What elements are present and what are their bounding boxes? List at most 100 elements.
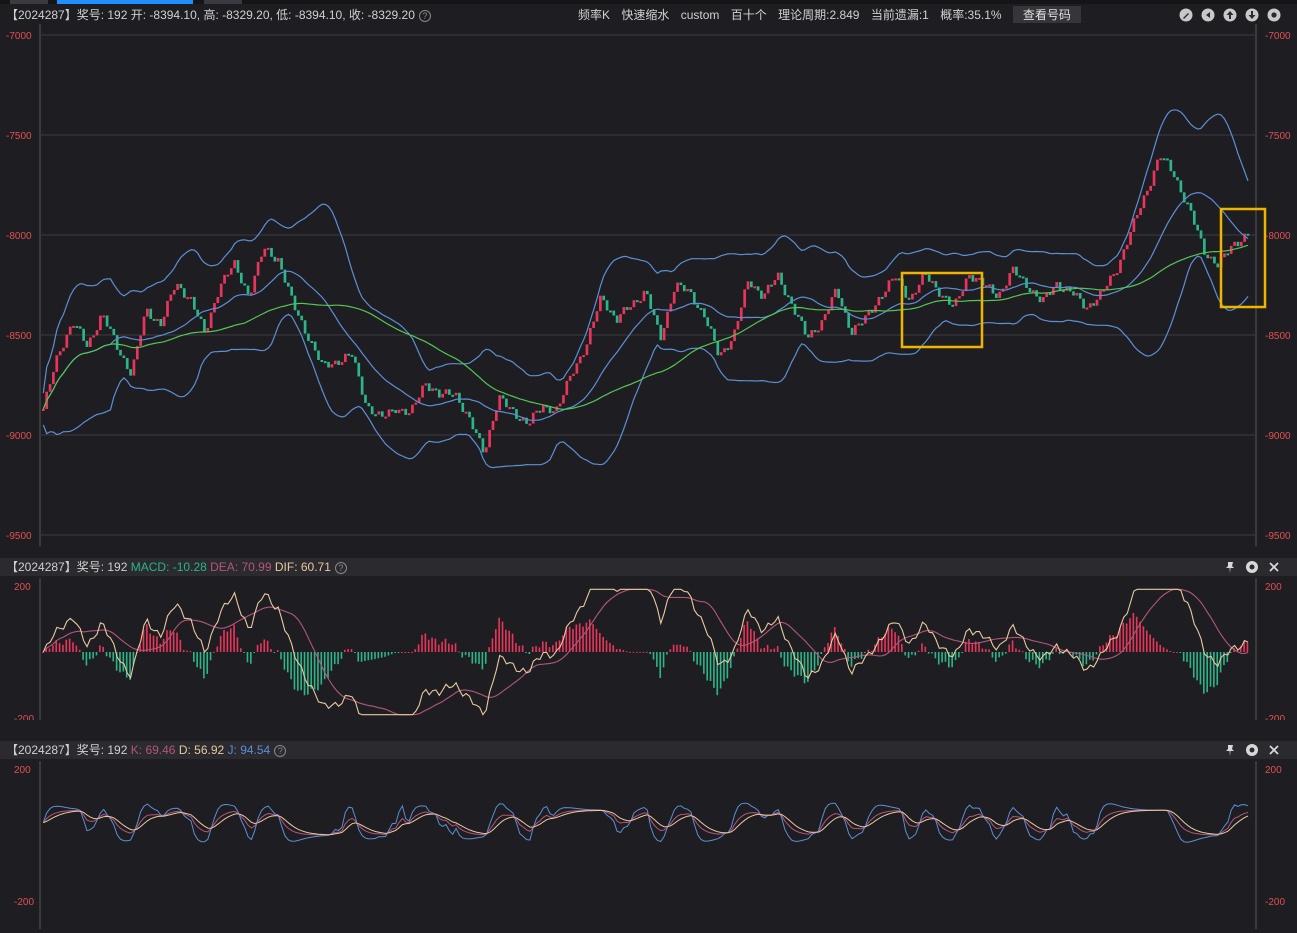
candle — [431, 388, 434, 392]
macd-panel: 【2024287】奖号: 192 MACD: -10.28 DEA: 70.99… — [0, 558, 1297, 730]
candle — [95, 330, 99, 336]
candle — [394, 410, 398, 414]
tab-active[interactable] — [57, 0, 193, 4]
candle — [766, 284, 770, 294]
j-value: J: 94.54 — [227, 743, 271, 757]
macd-bar — [1152, 638, 1155, 652]
back-icon[interactable] — [1201, 8, 1215, 22]
macd-bar — [350, 648, 353, 652]
tag-freq-k[interactable]: 频率K — [578, 8, 610, 22]
candle — [1145, 190, 1149, 196]
macd-bar — [588, 619, 591, 652]
tab-3[interactable] — [204, 0, 242, 4]
candle — [424, 383, 428, 386]
candle — [139, 335, 142, 347]
macd-bar — [864, 652, 866, 653]
candle — [280, 258, 283, 270]
tag-quick-filter[interactable]: 快速缩水 — [621, 8, 669, 22]
help-icon[interactable]: ? — [274, 744, 287, 757]
macd-bar — [498, 617, 500, 652]
macd-bar — [1011, 640, 1014, 652]
main-chart-canvas[interactable]: -7000 -7000 -7500 -7500 -8000 -8000 -8500 -8500… — [0, 24, 1297, 546]
macd-bar — [1115, 636, 1118, 652]
macd-bar — [931, 652, 933, 654]
macd-bar — [1166, 649, 1168, 652]
candle — [723, 348, 726, 353]
macd-bar — [961, 652, 964, 653]
pin-icon[interactable] — [1223, 560, 1237, 574]
close-icon[interactable] — [1267, 560, 1281, 574]
candle — [1041, 297, 1045, 303]
candle — [122, 355, 126, 359]
macd-bar — [766, 644, 769, 652]
macd-bar — [464, 652, 467, 656]
arrow-up-icon[interactable] — [1223, 8, 1237, 22]
help-icon[interactable]: ? — [418, 9, 431, 22]
candle — [850, 327, 854, 335]
candle — [505, 398, 508, 408]
macd-bar — [390, 652, 393, 655]
check-numbers-button[interactable]: 查看号码 — [1012, 6, 1081, 23]
highlight-box-1 — [900, 271, 984, 349]
macd-bar — [1018, 649, 1021, 652]
macd-bar — [387, 652, 390, 656]
macd-bar — [233, 624, 235, 652]
help-icon[interactable]: ? — [334, 561, 347, 574]
macd-bar — [159, 643, 162, 652]
macd-bar — [1021, 651, 1024, 653]
macd-bar — [760, 648, 762, 652]
macd-bar — [474, 652, 477, 664]
candle — [488, 429, 491, 448]
highlight-box-2 — [1219, 207, 1267, 309]
macd-bar — [62, 644, 64, 652]
candle — [709, 326, 713, 329]
macd-bar — [1132, 612, 1135, 652]
edit-icon[interactable] — [1179, 8, 1193, 22]
macd-bar — [468, 652, 470, 657]
candle — [706, 317, 710, 327]
settings-icon[interactable] — [1267, 8, 1281, 22]
macd-bar — [642, 651, 645, 653]
tag-custom[interactable]: custom — [681, 8, 720, 22]
candle — [599, 295, 602, 312]
macd-bar — [894, 632, 896, 652]
macd-bar — [448, 643, 450, 652]
macd-bar — [682, 646, 685, 652]
candle — [1152, 170, 1156, 186]
macd-bar — [266, 640, 269, 652]
settings-icon[interactable] — [1245, 560, 1259, 574]
candle — [162, 316, 166, 327]
candle — [1095, 299, 1099, 306]
macd-bar — [870, 650, 873, 652]
candle — [605, 300, 609, 311]
candle — [833, 288, 837, 298]
y-tick-label-left: -9500 — [6, 531, 32, 542]
kdj-chart-canvas[interactable]: 200 -200 200 -200 — [0, 761, 1297, 929]
tab-1[interactable] — [10, 0, 48, 4]
candle — [1011, 266, 1015, 274]
macd-bar — [1099, 646, 1101, 652]
candle — [290, 286, 293, 296]
candle — [508, 407, 512, 410]
macd-bar — [78, 649, 81, 652]
macd-bar — [736, 648, 739, 652]
macd-bar — [1129, 618, 1131, 652]
macd-bar — [42, 652, 44, 653]
tag-position[interactable]: 百十个 — [731, 8, 767, 22]
candle — [434, 388, 438, 391]
macd-bar — [1139, 621, 1141, 652]
candle — [1119, 259, 1122, 274]
pin-icon[interactable] — [1223, 743, 1237, 757]
candle — [451, 394, 455, 397]
candle — [414, 402, 418, 405]
settings-icon[interactable] — [1245, 743, 1259, 757]
candle — [471, 417, 475, 430]
macd-chart-canvas[interactable]: 200 -200 200 -200 — [0, 578, 1297, 720]
arrow-down-icon[interactable] — [1245, 8, 1259, 22]
close-icon[interactable] — [1267, 743, 1281, 757]
candle — [689, 288, 693, 293]
macd-bar — [454, 643, 457, 652]
macd-bar — [253, 652, 256, 653]
candle — [491, 420, 495, 430]
macd-bar — [229, 628, 232, 652]
